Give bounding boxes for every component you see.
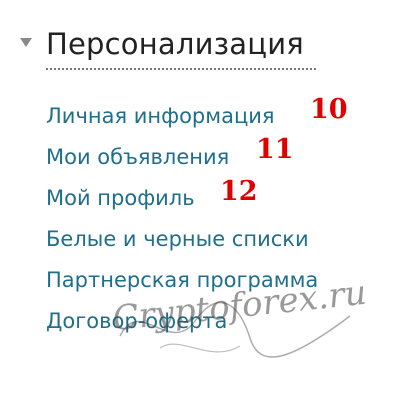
menu-item-my-profile: Мой профиль — [46, 178, 318, 219]
my-profile-link[interactable]: Мой профиль — [46, 186, 195, 210]
menu-item-white-black-lists: Белые и черные списки — [46, 219, 318, 260]
menu-item-offer-agreement: Договор-оферта — [46, 301, 318, 342]
annotation-number-11: 11 — [256, 134, 294, 165]
white-black-lists-link[interactable]: Белые и черные списки — [46, 227, 309, 251]
partner-program-link[interactable]: Партнерская программа — [46, 268, 318, 292]
menu-item-personal-info: Личная информация — [46, 96, 318, 137]
offer-agreement-link[interactable]: Договор-оферта — [46, 309, 227, 333]
section-title: Персонализация — [46, 27, 304, 61]
personalization-menu: Личная информация Мои объявления Мой про… — [46, 96, 318, 342]
my-ads-link[interactable]: Мои объявления — [46, 145, 229, 169]
collapse-arrow-icon[interactable] — [20, 38, 32, 47]
annotation-number-10: 10 — [310, 94, 348, 125]
title-dotted-divider — [46, 68, 316, 70]
menu-item-partner-program: Партнерская программа — [46, 260, 318, 301]
personalization-panel: Персонализация Личная информация Мои объ… — [0, 0, 420, 396]
personal-info-link[interactable]: Личная информация — [46, 104, 275, 128]
annotation-number-12: 12 — [220, 176, 258, 207]
